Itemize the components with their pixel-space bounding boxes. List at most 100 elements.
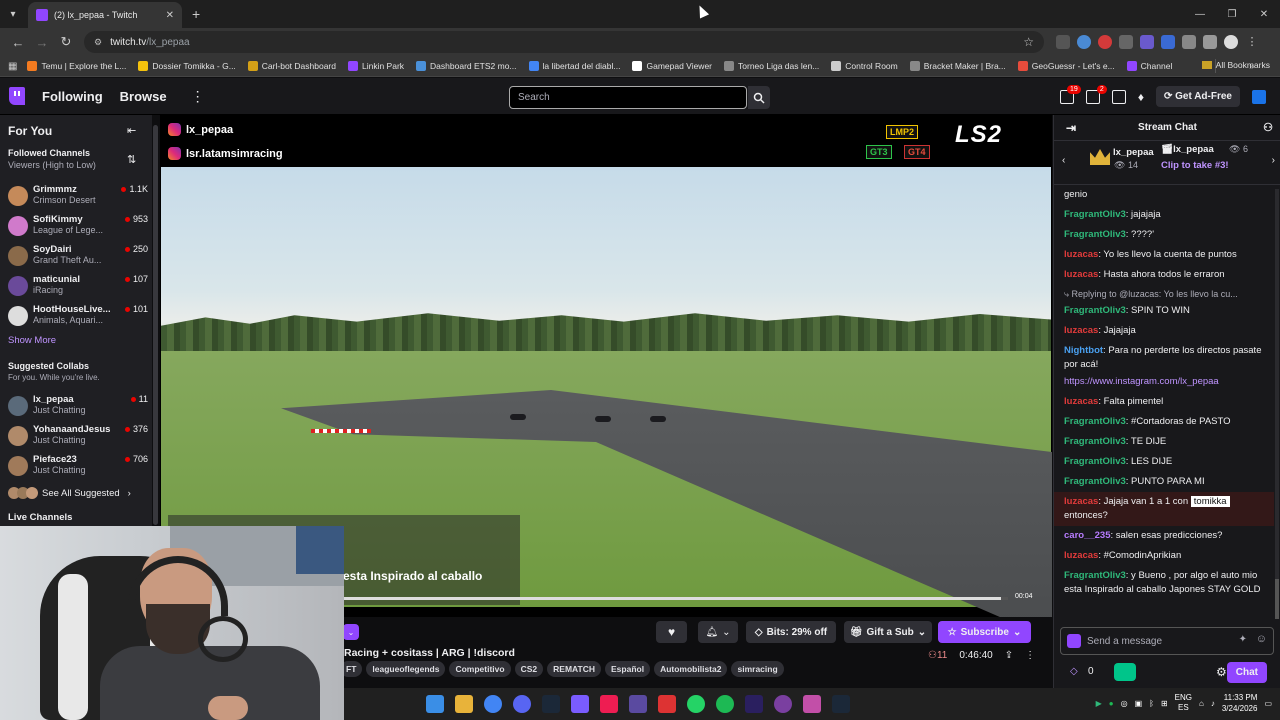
following-link[interactable]: Following [42, 89, 103, 104]
browser-menu-icon[interactable]: ⋮ [1245, 35, 1259, 49]
sidebar-channel[interactable]: Grimmmz Crimson Desert 1.1K [8, 183, 148, 211]
subscribe-button[interactable]: ☆ Subscribe ⌄ [938, 621, 1031, 643]
stream-tag[interactable]: Competitivo [449, 661, 511, 677]
app-icon[interactable] [629, 695, 647, 713]
sort-icon[interactable]: ⇅ [127, 153, 136, 166]
bookmark-item[interactable]: Control Room [831, 61, 898, 71]
chevron-right-icon[interactable]: › [1272, 155, 1275, 166]
close-window-icon[interactable]: ✕ [1248, 0, 1280, 28]
chrome-icon[interactable] [484, 695, 502, 713]
windows-start-icon[interactable] [426, 695, 444, 713]
twitch-logo-icon[interactable] [9, 87, 25, 105]
stream-tag[interactable]: simracing [731, 661, 784, 677]
bookmark-item[interactable]: Bracket Maker | Bra... [909, 61, 1006, 71]
stream-tag[interactable]: Español [605, 661, 651, 677]
sidebar-channel[interactable]: SofiKimmy League of Lege... 953 [8, 213, 148, 241]
prediction-icon[interactable] [1114, 663, 1136, 681]
site-info-icon[interactable]: ⚙ [94, 37, 102, 48]
app-icon[interactable] [658, 695, 676, 713]
close-tab-icon[interactable]: ✕ [166, 10, 174, 21]
chat-username[interactable]: caro__235 [1064, 530, 1110, 541]
extension-icon[interactable] [1161, 35, 1175, 49]
volume-icon[interactable]: ♪ [1211, 699, 1215, 708]
chat-username[interactable]: luzacas [1064, 249, 1098, 260]
mention-chip[interactable]: tomikka [1190, 496, 1230, 507]
extensions-puzzle-icon[interactable] [1182, 35, 1196, 49]
new-tab-icon[interactable]: + [192, 6, 200, 22]
address-bar[interactable]: ⚙ twitch.tv/lx_pepaa ☆ [84, 31, 1044, 53]
stream-tag[interactable]: CS2 [514, 661, 544, 677]
whispers-icon[interactable] [1111, 89, 1126, 104]
chat-link[interactable]: https://www.instagram.com/lx_pepaa [1054, 375, 1274, 392]
tray-icon[interactable]: ▣ [1135, 699, 1143, 708]
bookmark-item[interactable]: Dashboard ETS2 mo... [416, 61, 517, 71]
premiere-icon[interactable] [745, 695, 763, 713]
forward-icon[interactable]: → [30, 35, 54, 50]
chat-username[interactable]: luzacas [1064, 269, 1098, 280]
sidebar-channel[interactable]: lx_pepaa Just Chatting 11 [8, 393, 148, 421]
see-all-suggested[interactable]: See All Suggested › [8, 487, 131, 499]
inbox-icon[interactable]: 2 [1085, 84, 1107, 104]
spotify-tray-icon[interactable]: ● [1109, 699, 1114, 708]
extension-icon[interactable] [1056, 35, 1070, 49]
sidebar-scrollbar[interactable] [152, 115, 159, 528]
video-progress-bar[interactable] [343, 597, 1008, 600]
reload-icon[interactable]: ↻ [54, 34, 78, 50]
sidepanel-icon[interactable] [1203, 35, 1217, 49]
chat-username[interactable]: FragrantOliv3 [1064, 305, 1126, 316]
tiktok-icon[interactable] [600, 695, 618, 713]
browser-tab[interactable]: (2) lx_pepaa - Twitch ✕ [28, 2, 182, 28]
language-indicator[interactable]: ENG ES [1175, 693, 1192, 713]
steam-icon[interactable] [542, 695, 560, 713]
collapse-chat-icon[interactable]: ⇥ [1066, 115, 1076, 141]
chat-username[interactable]: FragrantOliv3 [1064, 436, 1126, 447]
emote-picker-icon[interactable]: ☺ [1256, 633, 1267, 645]
notifications-icon[interactable]: 19 [1059, 84, 1081, 104]
search-input[interactable]: Search [509, 86, 747, 109]
sidebar-channel[interactable]: HootHouseLive... Animals, Aquari... 101 [8, 303, 148, 331]
chat-username[interactable]: FragrantOliv3 [1064, 416, 1126, 427]
file-explorer-icon[interactable] [455, 695, 473, 713]
extension-icon[interactable] [1119, 35, 1133, 49]
restore-icon[interactable]: ❐ [1216, 0, 1248, 28]
stream-tag[interactable]: Automobilista2 [654, 661, 728, 677]
chat-username[interactable]: FragrantOliv3 [1064, 229, 1126, 240]
tab-search-chevron-icon[interactable]: ▾ [0, 0, 26, 28]
bookmark-item[interactable]: Torneo Liga das len... [724, 61, 819, 71]
bits-cheer-icon[interactable]: ✦ [1239, 634, 1247, 645]
search-button[interactable] [748, 86, 770, 109]
gift-sub-button[interactable]: 🎁︎ Gift a Sub ⌄ [844, 621, 932, 643]
category-chevron-icon[interactable]: ⌄ [343, 624, 359, 640]
chevron-left-icon[interactable]: ‹ [1062, 155, 1065, 166]
profile-avatar-icon[interactable] [1224, 35, 1238, 49]
chat-username[interactable]: luzacas [1064, 325, 1098, 336]
app-icon[interactable] [803, 695, 821, 713]
chat-username[interactable]: FragrantOliv3 [1064, 570, 1126, 581]
extension-icon[interactable] [1098, 35, 1112, 49]
network-icon[interactable]: ⌂ [1199, 699, 1204, 708]
chat-username[interactable]: FragrantOliv3 [1064, 456, 1126, 467]
chat-settings-icon[interactable]: ⚙ [1216, 665, 1227, 679]
nightbot-link[interactable]: https://www.instagram.com/lx_pepaa [1064, 376, 1219, 387]
steam-icon[interactable] [832, 695, 850, 713]
play-tray-icon[interactable]: ▶ [1096, 699, 1102, 708]
bookmark-star-icon[interactable]: ☆ [1023, 35, 1034, 49]
app-icon[interactable] [571, 695, 589, 713]
channel-points-icon[interactable]: ◇ [1070, 666, 1078, 677]
sidebar-channel[interactable]: Pieface23 Just Chatting 706 [8, 453, 148, 481]
sidebar-channel[interactable]: SoyDairi Grand Theft Au... 250 [8, 243, 148, 271]
whatsapp-icon[interactable] [687, 695, 705, 713]
chat-username[interactable]: luzacas [1064, 396, 1098, 407]
back-icon[interactable]: ← [6, 35, 30, 50]
chat-input[interactable]: Send a message ✦ ☺ [1060, 627, 1274, 655]
bookmark-item[interactable]: Channel [1126, 61, 1172, 71]
chat-username[interactable]: luzacas [1064, 550, 1098, 561]
clock[interactable]: 11:33 PM 3/24/2026 [1222, 692, 1258, 714]
obs-icon[interactable] [774, 695, 792, 713]
stream-tag[interactable]: REMATCH [547, 661, 602, 677]
chat-send-button[interactable]: Chat [1226, 662, 1267, 683]
bookmark-item[interactable]: Dossier Tomikka - G... [138, 61, 236, 71]
chat-scrollbar[interactable] [1275, 189, 1279, 619]
extension-icon[interactable] [1140, 35, 1154, 49]
chat-username[interactable]: Nightbot [1064, 345, 1103, 356]
